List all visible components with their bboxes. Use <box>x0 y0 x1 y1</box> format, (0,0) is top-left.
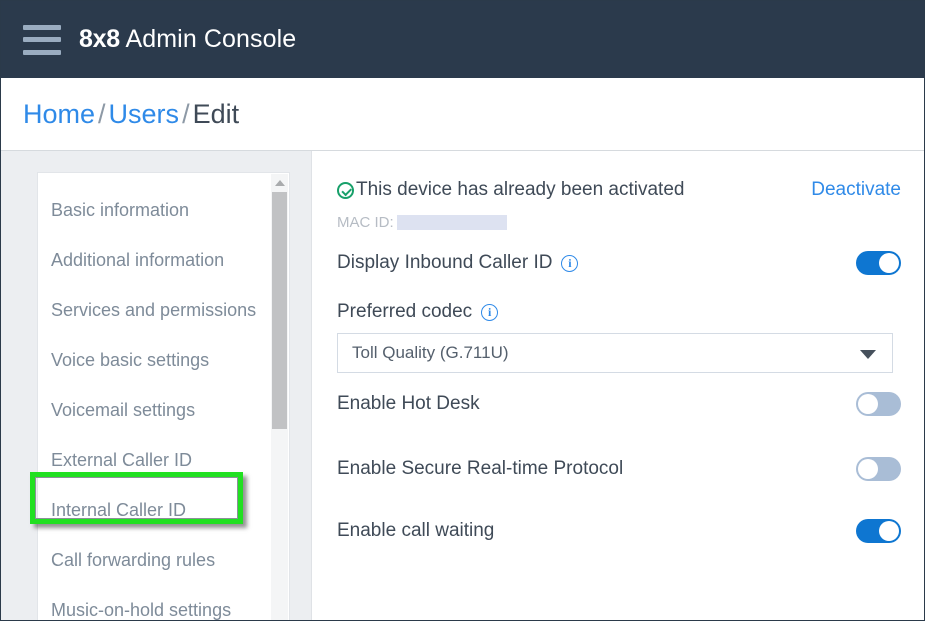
hamburger-bar <box>23 37 61 42</box>
voice-basic-settings-panel: This device has already been activated D… <box>311 151 924 620</box>
enable-secure-realtime-protocol-toggle[interactable] <box>856 457 901 481</box>
sidebar-item-additional-information[interactable]: Additional information <box>38 235 289 285</box>
admin-console-window: 8x8 Admin Console Home / Users / Edit Basic … <box>0 0 925 621</box>
sidebar-item-call-forwarding-rules[interactable]: Call forwarding rules <box>38 535 289 585</box>
sidebar-item-label: Music-on-hold settings <box>51 599 232 620</box>
mac-id-label: MAC ID: <box>337 213 394 231</box>
enable-secure-realtime-protocol-label: Enable Secure Real-time Protocol <box>337 458 624 479</box>
sidebar-scrollbar-thumb[interactable] <box>272 192 287 429</box>
sidebar-item-label: Voice basic settings <box>51 349 210 370</box>
sidebar-item-voice-basic-settings[interactable]: Voice basic settings <box>38 335 289 385</box>
sidebar-item-label: Services and permissions <box>51 299 257 320</box>
chevron-down-icon <box>860 350 876 359</box>
enable-hot-desk-row: Enable Hot Desk <box>337 373 901 435</box>
sidebar-item-list: Basic information Additional information… <box>38 173 289 620</box>
breadcrumb-separator: / <box>98 98 106 129</box>
activation-status-text: This device has already been activated <box>356 179 685 200</box>
sidebar-item-music-on-hold-settings[interactable]: Music-on-hold settings <box>38 585 289 620</box>
enable-call-waiting-toggle[interactable] <box>856 519 901 543</box>
sidebar-item-basic-information[interactable]: Basic information <box>38 185 289 235</box>
info-circle-icon[interactable]: i <box>561 254 579 272</box>
mac-id-value-redacted <box>396 214 507 230</box>
brand-name: Admin Console <box>119 25 297 53</box>
page-body: Basic information Additional information… <box>1 150 924 620</box>
top-navigation-bar: 8x8 Admin Console <box>1 1 924 78</box>
breadcrumb-link-home[interactable]: Home <box>23 99 95 129</box>
enable-call-waiting-label: Enable call waiting <box>337 520 495 541</box>
hamburger-bar <box>23 24 61 30</box>
hamburger-menu-icon[interactable] <box>23 24 61 55</box>
display-inbound-caller-id-label: Display Inbound Caller ID <box>337 252 553 273</box>
mac-id-row: MAC ID: <box>337 209 901 235</box>
sidebar-item-label: Additional information <box>51 249 225 270</box>
display-inbound-caller-id-row: Display Inbound Caller ID i <box>337 235 901 291</box>
app-title: 8x8 Admin Console <box>79 25 296 54</box>
toggle-knob <box>879 521 899 541</box>
sidebar-item-services-and-permissions[interactable]: Services and permissions <box>38 285 289 335</box>
green-check-circle-icon <box>337 181 354 199</box>
sidebar-scrollbar[interactable] <box>271 174 288 620</box>
sidebar-item-voicemail-settings[interactable]: Voicemail settings <box>38 385 289 435</box>
toggle-knob <box>858 459 878 479</box>
toggle-knob <box>879 253 899 273</box>
hamburger-bar <box>23 49 61 55</box>
brand-mark: 8x8 <box>79 25 120 53</box>
preferred-codec-selected-value: Toll Quality (G.711U) <box>352 343 509 362</box>
info-circle-icon[interactable]: i <box>481 303 499 321</box>
sidebar-item-label: Voicemail settings <box>51 399 196 420</box>
enable-secure-realtime-protocol-row: Enable Secure Real-time Protocol <box>337 435 901 503</box>
breadcrumb-link-users[interactable]: Users <box>109 99 180 129</box>
sidebar-item-external-caller-id[interactable]: External Caller ID <box>38 435 289 485</box>
display-inbound-caller-id-toggle[interactable] <box>856 251 901 275</box>
preferred-codec-label: Preferred codec <box>337 301 473 322</box>
device-activation-status-row: This device has already been activated D… <box>337 171 901 209</box>
deactivate-link[interactable]: Deactivate <box>811 179 901 201</box>
sidebar-item-label: Basic information <box>51 199 190 220</box>
settings-sidebar: Basic information Additional information… <box>37 172 290 620</box>
breadcrumb-current-edit: Edit <box>192 98 240 129</box>
sidebar-item-label: Internal Caller ID <box>51 499 187 520</box>
toggle-knob <box>858 394 878 414</box>
sidebar-item-label: Call forwarding rules <box>51 549 216 570</box>
breadcrumb: Home / Users / Edit <box>23 99 239 130</box>
enable-hot-desk-label: Enable Hot Desk <box>337 393 480 414</box>
breadcrumb-bar: Home / Users / Edit <box>1 78 924 150</box>
sidebar-item-label: External Caller ID <box>51 449 193 470</box>
enable-hot-desk-toggle[interactable] <box>856 392 901 416</box>
scroll-up-arrow-icon[interactable] <box>271 176 288 190</box>
preferred-codec-select[interactable]: Toll Quality (G.711U) <box>337 333 893 373</box>
preferred-codec-label-row: Preferred codec i <box>337 295 901 329</box>
enable-call-waiting-row: Enable call waiting <box>337 503 901 559</box>
breadcrumb-separator: / <box>182 98 190 129</box>
sidebar-item-internal-caller-id[interactable]: Internal Caller ID <box>38 485 289 535</box>
